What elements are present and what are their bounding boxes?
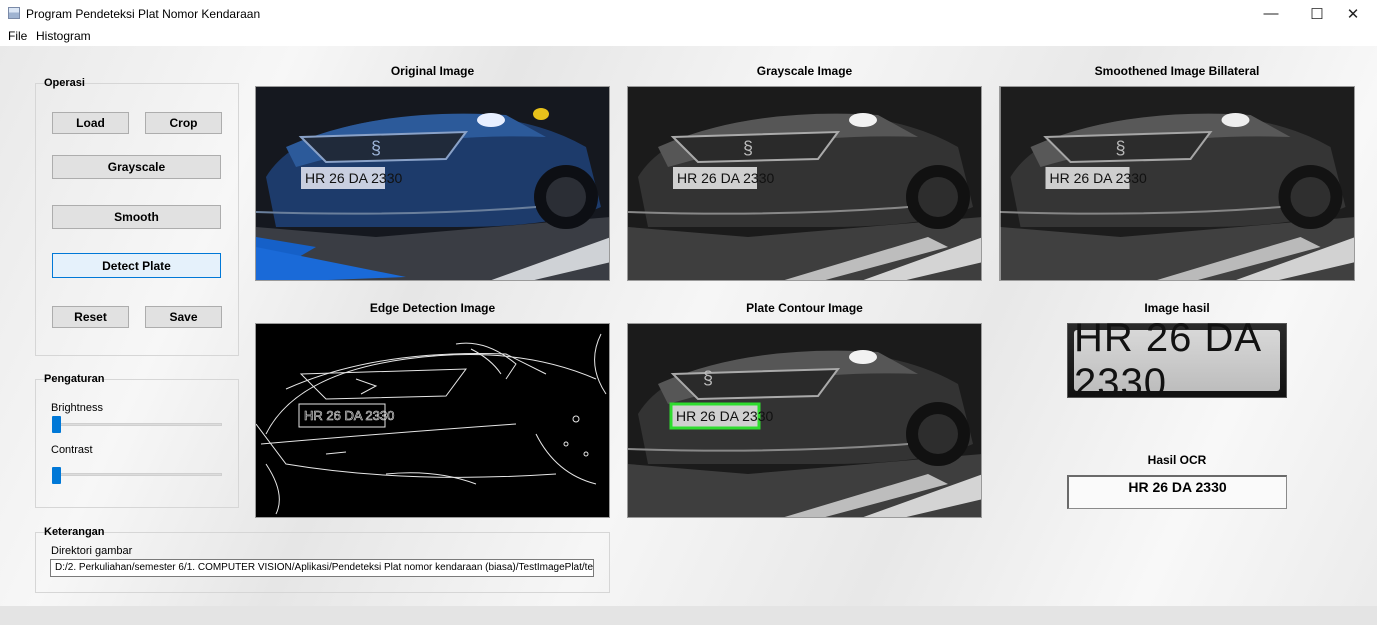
directory-path-field[interactable]: D:/2. Perkuliahan/semester 6/1. COMPUTER… (50, 559, 594, 577)
reset-button[interactable]: Reset (52, 306, 129, 328)
keterangan-title: Keterangan (44, 526, 105, 538)
plate-contour-image: § HR 26 DA 2330 (627, 323, 982, 518)
ocr-result-field[interactable]: HR 26 DA 2330 (1067, 475, 1287, 509)
plate-text-edge: HR 26 DA 2330 (304, 408, 394, 423)
window-title: Program Pendeteksi Plat Nomor Kendaraan (26, 7, 261, 21)
save-button[interactable]: Save (145, 306, 222, 328)
contrast-label: Contrast (51, 444, 93, 456)
image-hasil: HR 26 DA 2330 (1067, 316, 1287, 405)
brightness-slider-track[interactable] (52, 423, 222, 426)
smooth-button[interactable]: Smooth (52, 205, 221, 229)
grayscale-image-title: Grayscale Image (756, 64, 853, 78)
grayscale-image: § HR 26 DA 2330 (627, 86, 982, 281)
directory-label: Direktori gambar (51, 545, 133, 557)
detect-plate-button[interactable]: Detect Plate (52, 253, 221, 278)
contour-image-title: Plate Contour Image (746, 301, 863, 315)
svg-text:§: § (1116, 138, 1126, 158)
svg-text:§: § (743, 138, 753, 158)
brightness-slider-thumb[interactable] (52, 416, 61, 433)
close-icon: ✕ (1346, 5, 1360, 23)
cropped-plate-text: HR 26 DA 2330 (1074, 316, 1280, 405)
crop-button[interactable]: Crop (145, 112, 222, 134)
maximize-icon: ☐ (1310, 5, 1324, 23)
pengaturan-title: Pengaturan (44, 373, 105, 385)
menu-histogram[interactable]: Histogram (36, 29, 91, 43)
bottom-strip (0, 606, 1377, 625)
main-content: Operasi Load Crop Grayscale Smooth Detec… (0, 46, 1377, 625)
edge-image-title: Edge Detection Image (369, 301, 496, 315)
smoothened-image: § HR 26 DA 2330 (999, 86, 1355, 281)
contrast-slider-thumb[interactable] (52, 467, 61, 484)
app-icon (8, 7, 20, 19)
svg-text:§: § (703, 368, 713, 388)
plate-text-smooth: HR 26 DA 2330 (1050, 170, 1147, 186)
menu-file[interactable]: File (8, 29, 27, 43)
menu-bar: File Histogram (0, 27, 1377, 47)
contrast-slider-track[interactable] (52, 473, 222, 476)
title-bar: Program Pendeteksi Plat Nomor Kendaraan … (0, 0, 1377, 27)
close-button[interactable]: ✕ (1330, 0, 1376, 27)
load-button[interactable]: Load (52, 112, 129, 134)
svg-text:§: § (371, 138, 381, 158)
grayscale-button[interactable]: Grayscale (52, 155, 221, 179)
plate-text-contour: HR 26 DA 2330 (676, 408, 773, 424)
minimize-icon: — (1263, 5, 1279, 22)
original-image-title: Original Image (390, 64, 475, 78)
hasil-image-title: Image hasil (1144, 301, 1210, 315)
hasil-ocr-title: Hasil OCR (1147, 453, 1207, 467)
smoothened-image-title: Smoothened Image Billateral (1094, 64, 1260, 78)
brightness-label: Brightness (51, 402, 103, 414)
plate-text-original: HR 26 DA 2330 (305, 170, 402, 186)
edge-detection-image: HR 26 DA 2330 (255, 323, 610, 518)
plate-text-grayscale: HR 26 DA 2330 (677, 170, 774, 186)
operasi-title: Operasi (44, 77, 85, 89)
minimize-button[interactable]: — (1248, 0, 1294, 27)
original-image: § HR 26 DA 2330 (255, 86, 610, 281)
